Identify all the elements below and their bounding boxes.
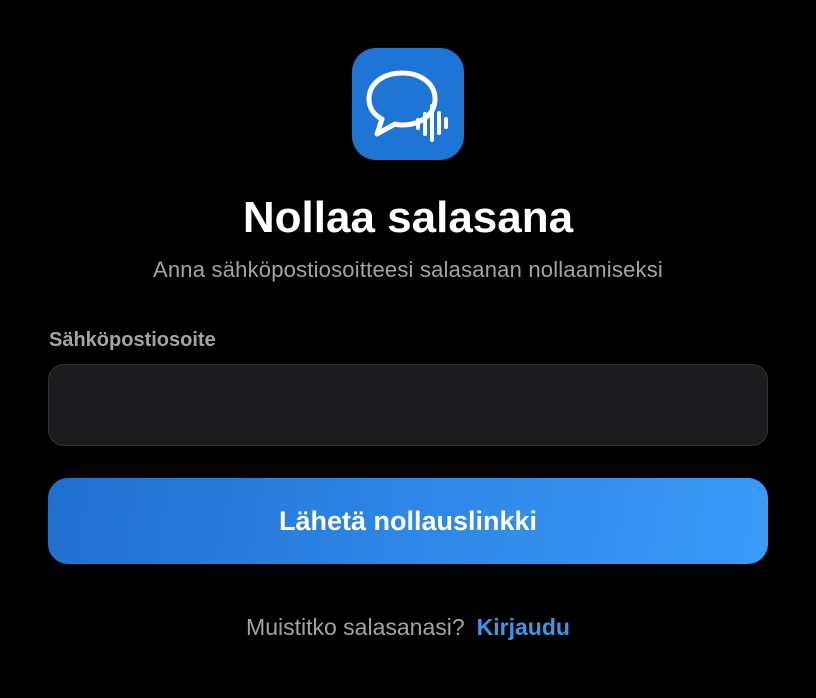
login-prompt-text: Muistitko salasanasi?	[246, 614, 465, 640]
page-subtitle: Anna sähköpostiosoitteesi salasanan noll…	[153, 257, 663, 282]
send-reset-link-button[interactable]: Lähetä nollauslinkki	[48, 478, 768, 564]
email-label: Sähköpostiosoite	[49, 329, 216, 351]
page-title: Nollaa salasana	[242, 193, 574, 242]
login-link[interactable]: Kirjaudu	[477, 614, 570, 640]
login-prompt: Muistitko salasanasi? Kirjaudu	[0, 612, 816, 642]
app-logo	[352, 48, 464, 160]
email-input[interactable]	[48, 364, 768, 446]
chat-bubble-voice-icon	[366, 70, 448, 142]
